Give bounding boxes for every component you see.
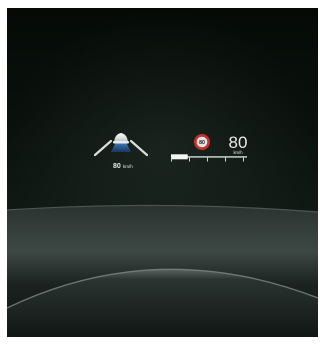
adaptive-cruise-car-icon (93, 133, 149, 157)
lead-car-base (113, 141, 129, 144)
speed-bar-tick (225, 157, 226, 162)
speed-bar-tick (171, 157, 172, 162)
current-speed-unit: km/h (233, 150, 243, 155)
lane-line-left (93, 139, 113, 157)
lead-car-shape (114, 133, 128, 142)
speed-bar (171, 154, 247, 162)
speed-limit-sign-value: 80 (199, 140, 205, 146)
windshield-view: 80 km/h 80 80 km/h (7, 8, 318, 337)
speed-bar-tick (189, 157, 190, 162)
set-speed-value: 80 (113, 163, 121, 170)
speed-bar-fill (171, 154, 188, 160)
hud-photo-screen: 80 km/h 80 80 km/h (0, 0, 325, 344)
speed-bar-tick (243, 157, 244, 162)
speed-limit-sign-icon: 80 (194, 134, 210, 150)
dashboard-silhouette (7, 204, 318, 337)
set-speed-unit: km/h (123, 164, 133, 169)
head-up-display: 80 km/h 80 80 km/h (93, 133, 247, 170)
speed-bar-tick (207, 157, 208, 162)
lane-line-right (129, 139, 149, 157)
